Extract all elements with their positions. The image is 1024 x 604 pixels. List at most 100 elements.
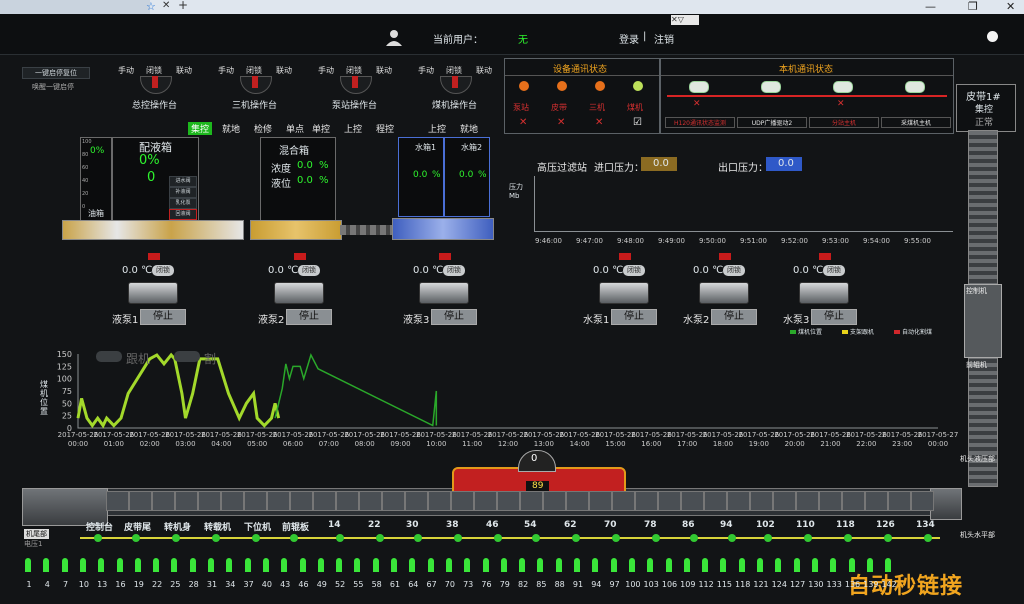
- sensor-label: 127: [789, 580, 806, 589]
- sensor-light-icon: [702, 558, 709, 572]
- conveyor-stop-label: 70: [604, 520, 617, 530]
- app-header: ✕▽ 当前用户： 无 登录 | 注销: [0, 14, 1024, 55]
- conveyor-cell: [911, 491, 934, 511]
- mode-tab-1[interactable]: 就地: [222, 122, 240, 135]
- conveyor-stop-dot: [376, 534, 384, 542]
- belt-label-3: 机头液压部: [960, 455, 995, 463]
- conveyor-stop-label: 皮带尾: [124, 523, 152, 533]
- device-comm-panel: 设备通讯状态 泵站 ✕ 皮带 ✕ 三机 ✕ 煤机 ☑: [504, 58, 660, 134]
- station-link-label: 联动: [376, 66, 392, 75]
- tank1-val: 0: [147, 170, 156, 185]
- belt-label-1: 控制机: [966, 287, 987, 295]
- start-all-button[interactable]: 唤醒一键启停: [32, 82, 74, 92]
- chart-ytick: 50: [62, 399, 72, 408]
- restore-icon[interactable]: ❐: [968, 0, 978, 13]
- conveyor-cell: [198, 491, 221, 511]
- conveyor-stop-label: 110: [796, 520, 815, 530]
- sensor-light-icon: [317, 558, 324, 572]
- sensor-light-icon: [116, 558, 123, 572]
- mode-tab-4[interactable]: 单控: [312, 122, 330, 135]
- browser-tab[interactable]: [0, 0, 150, 14]
- tank2-level-label: 液位: [271, 179, 291, 190]
- dropdown-mini-icon[interactable]: ✕▽: [671, 15, 699, 25]
- mode-tab-5[interactable]: 上控: [344, 122, 362, 135]
- tail-label: 机尾部: [24, 529, 49, 539]
- tank1-control-button[interactable]: 补液阀: [169, 187, 197, 198]
- login-link[interactable]: 登录: [619, 31, 639, 46]
- star-icon[interactable]: ☆: [146, 0, 156, 13]
- station-name: 煤机操作台: [432, 101, 478, 111]
- chart-xtick-time: 06:00: [283, 440, 303, 448]
- pump-motor-icon: [799, 282, 849, 304]
- sensor-label: 109: [680, 580, 696, 589]
- chart-xtick-time: 03:00: [175, 440, 195, 448]
- sensor-light-icon: [555, 558, 562, 572]
- pump-lock-pill[interactable]: 闭锁: [443, 265, 465, 276]
- pump-stop-button[interactable]: 停止: [811, 309, 857, 325]
- pump-name: 液泵2: [258, 315, 285, 326]
- pump-stop-button[interactable]: 停止: [286, 309, 332, 325]
- toggle-cut[interactable]: [174, 351, 200, 362]
- station-manual-label: 手动: [118, 66, 134, 75]
- toggle-follow[interactable]: [96, 351, 122, 362]
- pump-lock-pill[interactable]: 闭锁: [298, 265, 320, 276]
- sensor-light-icon: [757, 558, 763, 572]
- tank2-level-val: 0.0: [297, 175, 313, 186]
- pump-lock-pill[interactable]: 闭锁: [723, 265, 745, 276]
- pump-lock-pill[interactable]: 闭锁: [823, 265, 845, 276]
- mode-tab-3[interactable]: 单点: [286, 122, 304, 135]
- minimize-icon[interactable]: —: [925, 0, 936, 13]
- sensor-label: 136: [844, 580, 861, 589]
- conveyor-cell: [267, 491, 290, 511]
- tank1-scale-tick: 60: [82, 165, 89, 171]
- new-tab-icon[interactable]: +: [178, 0, 188, 12]
- pump-stop-button[interactable]: 停止: [611, 309, 657, 325]
- pump-lock-pill[interactable]: 闭锁: [623, 265, 645, 276]
- station-lock-label: 闭锁: [446, 66, 462, 75]
- local-comm-name: UDP广播驱动2: [737, 117, 807, 128]
- sensor-light-icon: [226, 558, 233, 572]
- conveyor-stop-dot: [924, 534, 932, 542]
- conveyor-stop-label: 126: [876, 520, 895, 530]
- chart-xtick-time: 10:00: [426, 440, 446, 448]
- chart-xtick-time: 23:00: [892, 440, 912, 448]
- comm-bulb-icon: [633, 81, 643, 91]
- conveyor-stop-dot: [884, 534, 892, 542]
- comm-bulb-icon: [557, 81, 567, 91]
- user-value: 无: [518, 35, 528, 46]
- mode-tab-2[interactable]: 检修: [254, 122, 272, 135]
- tank1-control-button[interactable]: 回液阀: [169, 209, 197, 220]
- device-comm-name: 泵站: [513, 103, 529, 112]
- pump-alarm-tag: [719, 253, 731, 260]
- mode-tab2-0[interactable]: 上控: [428, 122, 446, 135]
- tank2-conc-val: 0.0: [297, 160, 313, 171]
- local-comm-lamp-icon: [689, 81, 709, 93]
- pressure-xtick: 9:54:00: [863, 237, 890, 245]
- sensor-label: 106: [661, 580, 678, 589]
- pump-stop-button[interactable]: 停止: [431, 309, 477, 325]
- pump-stop-button[interactable]: 停止: [140, 309, 186, 325]
- logout-link[interactable]: 注销: [654, 31, 674, 46]
- close-window-icon[interactable]: ✕: [1006, 0, 1015, 13]
- mode-tab-6[interactable]: 程控: [376, 122, 394, 135]
- mode-tab2-1[interactable]: 就地: [460, 122, 478, 135]
- station-name: 三机操作台: [232, 101, 278, 111]
- sensor-light-icon: [482, 558, 489, 572]
- local-comm-title: 本机通讯状态: [779, 65, 834, 75]
- water2-panel: 水箱2 0.0 %: [444, 137, 490, 217]
- mode-tab-0[interactable]: 集控: [188, 122, 213, 135]
- sensor-label: 139: [863, 580, 879, 589]
- tank1-control-button[interactable]: 进水阀: [169, 176, 197, 187]
- conveyor-stop-label: 54: [524, 520, 537, 530]
- device-comm-mark: ☑: [633, 117, 642, 128]
- close-tab-icon[interactable]: ✕: [162, 0, 170, 11]
- pump-lock-pill[interactable]: 闭锁: [152, 265, 174, 276]
- stop-all-button[interactable]: 一键启停复位: [22, 67, 90, 79]
- conveyor-cell: [750, 491, 773, 511]
- pump-stop-button[interactable]: 停止: [711, 309, 757, 325]
- tank1-control-button[interactable]: 乳化泵: [169, 198, 197, 209]
- local-comm-name: 采煤机主机: [881, 117, 951, 128]
- legend-label: 煤机位置: [798, 329, 823, 336]
- sensor-light-icon: [775, 558, 782, 572]
- sensor-light-icon: [683, 558, 690, 572]
